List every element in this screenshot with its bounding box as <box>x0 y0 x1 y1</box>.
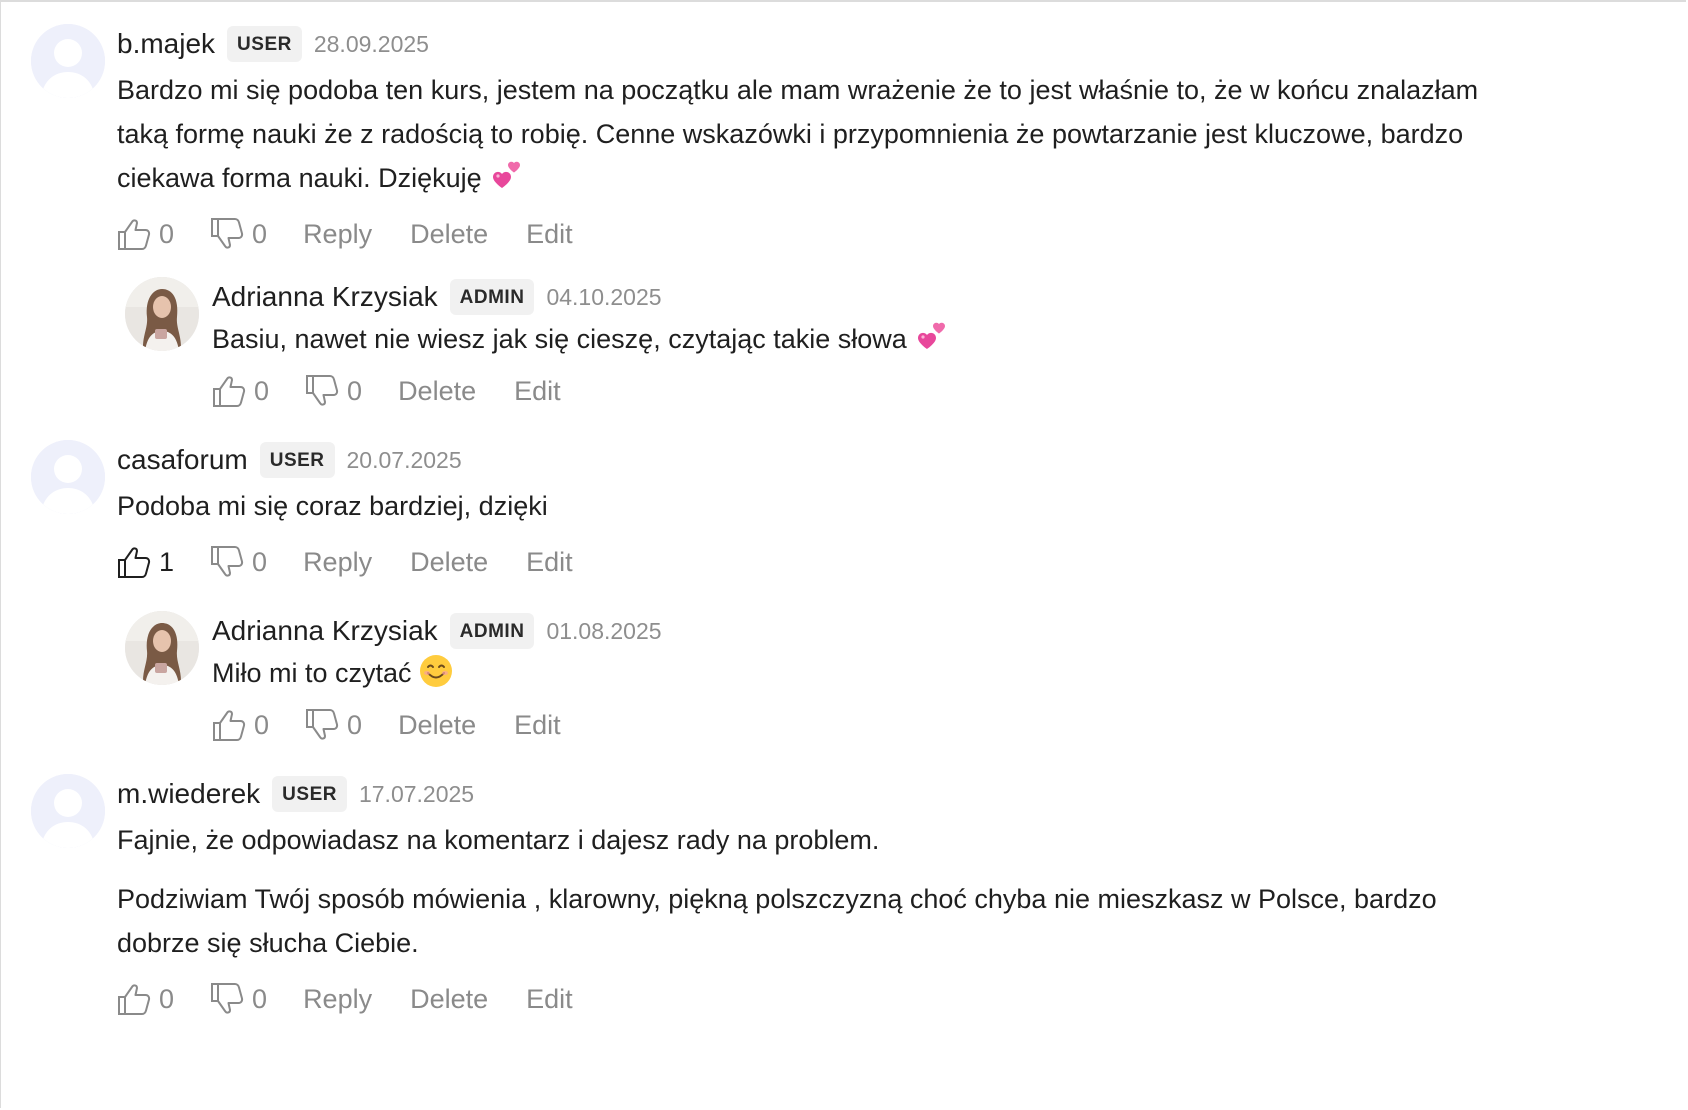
thumbs-down-icon <box>210 217 246 251</box>
thumbs-down-icon <box>210 545 246 579</box>
delete-button[interactable]: Delete <box>398 376 476 407</box>
admin-avatar <box>125 611 199 685</box>
like-count: 0 <box>159 983 175 1014</box>
dislike-button[interactable]: 0 <box>210 545 267 579</box>
comment-text-line: Basiu, nawet nie wiesz jak się cieszę, c… <box>212 324 907 354</box>
comment-author[interactable]: Adrianna Krzysiak <box>212 281 438 313</box>
comment-date: 28.09.2025 <box>313 30 429 57</box>
reply-button[interactable]: Reply <box>303 219 372 250</box>
comment-text: Basiu, nawet nie wiesz jak się cieszę, c… <box>212 317 1512 361</box>
comment-author[interactable]: casaforum <box>117 444 248 476</box>
like-button[interactable]: 1 <box>117 545 174 579</box>
like-button[interactable]: 0 <box>117 982 174 1016</box>
like-button[interactable]: 0 <box>117 217 174 251</box>
like-count: 0 <box>254 709 270 740</box>
dislike-button[interactable]: 0 <box>210 217 267 251</box>
comment-date: 17.07.2025 <box>358 780 475 807</box>
role-badge: USER <box>272 776 347 812</box>
dislike-button[interactable]: 0 <box>210 982 267 1016</box>
comment-text-line: taką formę nauki że z radością to robię.… <box>117 119 1464 149</box>
comments-panel: b.majek USER 28.09.2025 Bardzo mi się po… <box>0 0 1686 1108</box>
comment-date: 01.08.2025 <box>546 617 662 644</box>
role-badge: USER <box>259 442 335 478</box>
role-badge: USER <box>227 26 302 62</box>
admin-avatar <box>125 277 199 351</box>
comment-author[interactable]: b.majek <box>117 28 215 60</box>
delete-button[interactable]: Delete <box>398 710 476 741</box>
comment-date: 20.07.2025 <box>346 446 462 473</box>
comment-author[interactable]: m.wiederek <box>117 778 260 810</box>
like-button[interactable]: 0 <box>212 374 269 408</box>
reply-button[interactable]: Reply <box>303 984 372 1015</box>
dislike-count: 0 <box>252 546 268 577</box>
comment-text-line: Podoba mi się coraz bardziej, dzięki <box>117 491 548 521</box>
two-hearts-icon <box>914 320 948 352</box>
user-avatar <box>31 24 105 98</box>
edit-button[interactable]: Edit <box>526 219 573 250</box>
user-avatar <box>31 774 105 848</box>
like-count: 1 <box>159 546 175 577</box>
dislike-button[interactable]: 0 <box>305 708 362 742</box>
comment-text: Fajnie, że odpowiadasz na komentarz i da… <box>117 818 1537 965</box>
comment-text-line: Bardzo mi się podoba ten kurs, jestem na… <box>117 75 1479 105</box>
comment-text-line: dobrze się słucha Ciebie. <box>117 928 419 958</box>
thumbs-up-icon <box>117 545 153 579</box>
like-count: 0 <box>159 218 175 249</box>
edit-button[interactable]: Edit <box>514 710 561 741</box>
dislike-count: 0 <box>252 218 268 249</box>
thumbs-down-icon <box>210 982 246 1016</box>
comment-text-line: Podziwiam Twój sposób mówienia , klarown… <box>117 884 1437 914</box>
two-hearts-icon <box>489 159 523 191</box>
thumbs-up-icon <box>212 708 248 742</box>
edit-button[interactable]: Edit <box>526 547 573 578</box>
like-count: 0 <box>254 375 270 406</box>
dislike-count: 0 <box>252 983 268 1014</box>
reply-button[interactable]: Reply <box>303 547 372 578</box>
edit-button[interactable]: Edit <box>526 984 573 1015</box>
dislike-count: 0 <box>347 375 363 406</box>
smiling-face-icon <box>419 654 453 688</box>
like-button[interactable]: 0 <box>212 708 269 742</box>
comment-date: 04.10.2025 <box>546 283 662 310</box>
comment-text: Bardzo mi się podoba ten kurs, jestem na… <box>117 68 1537 200</box>
comment-text-line: Miło mi to czytać <box>212 658 412 688</box>
user-avatar <box>31 440 105 514</box>
comment-author[interactable]: Adrianna Krzysiak <box>212 615 438 647</box>
thumbs-up-icon <box>117 217 153 251</box>
delete-button[interactable]: Delete <box>410 219 488 250</box>
delete-button[interactable]: Delete <box>410 984 488 1015</box>
comment-text-line: ciekawa forma nauki. Dziękuję <box>117 163 482 193</box>
role-badge: ADMIN <box>449 279 535 315</box>
dislike-button[interactable]: 0 <box>305 374 362 408</box>
delete-button[interactable]: Delete <box>410 547 488 578</box>
role-badge: ADMIN <box>449 613 535 649</box>
thumbs-up-icon <box>117 982 153 1016</box>
dislike-count: 0 <box>347 709 363 740</box>
comment-paragraph: Fajnie, że odpowiadasz na komentarz i da… <box>117 825 880 855</box>
edit-button[interactable]: Edit <box>514 376 561 407</box>
thumbs-down-icon <box>305 708 341 742</box>
thumbs-up-icon <box>212 374 248 408</box>
thumbs-down-icon <box>305 374 341 408</box>
comment-text: Miło mi to czytać <box>212 651 1512 695</box>
comment-text: Podoba mi się coraz bardziej, dzięki <box>117 484 1537 528</box>
